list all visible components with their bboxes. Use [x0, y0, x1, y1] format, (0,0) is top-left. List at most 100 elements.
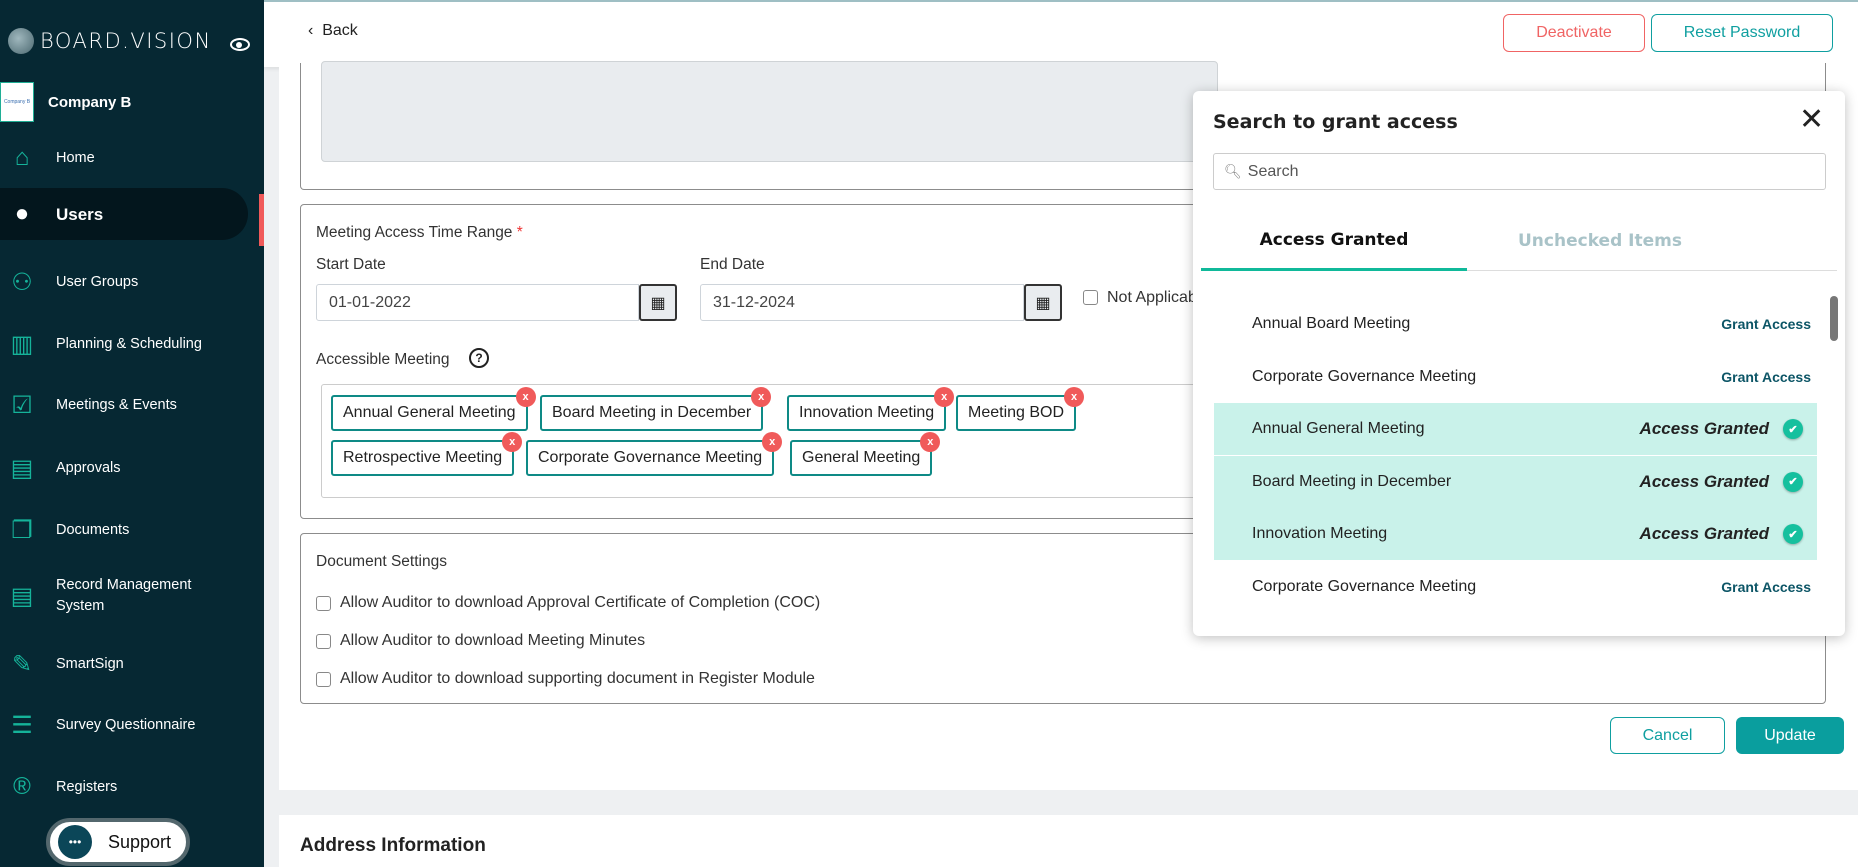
deactivate-button[interactable]: Deactivate — [1503, 14, 1645, 52]
access-list-item: Corporate Governance Meeting Grant Access — [1214, 561, 1817, 613]
bar-chart-icon: ▥ — [10, 330, 34, 358]
sidebar-item-home[interactable]: ⌂ Home — [0, 132, 248, 184]
company-name[interactable]: Company B — [48, 94, 131, 111]
sidebar-item-approvals[interactable]: ▤ Approvals — [0, 442, 248, 494]
remove-tag-icon[interactable]: x — [762, 432, 783, 452]
grant-access-button[interactable]: Grant Access — [1721, 579, 1811, 595]
sidebar-item-smartsign[interactable]: ✎ SmartSign — [0, 638, 248, 690]
check-circle-icon: ✔ — [1783, 524, 1803, 545]
check-circle-icon: ✔ — [1783, 471, 1803, 492]
meeting-tag: Innovation Meeting x — [787, 387, 955, 431]
support-button[interactable]: ••• Support — [46, 818, 190, 866]
home-icon: ⌂ — [14, 144, 30, 171]
remove-tag-icon[interactable]: x — [751, 387, 772, 407]
doc-option-label: Allow Auditor to download supporting doc… — [340, 670, 815, 687]
sidebar-item-label: Meetings & Events — [56, 396, 177, 413]
access-list-item: Corporate Governance Meeting Grant Access — [1214, 351, 1817, 403]
time-range-label: Meeting Access Time Range * — [316, 224, 523, 241]
active-indicator — [259, 194, 264, 246]
doc-option-checkbox[interactable] — [316, 671, 331, 687]
meeting-name: Annual General Meeting — [1252, 420, 1425, 438]
doc-option-checkbox[interactable] — [316, 633, 331, 649]
panel-title: Search to grant access — [1213, 111, 1458, 133]
meeting-name: Board Meeting in December — [1252, 472, 1452, 490]
remove-tag-icon[interactable]: x — [920, 432, 941, 452]
chat-icon: ••• — [58, 825, 92, 859]
sidebar-item-survey-questionnaire[interactable]: ☰ Survey Questionnaire — [0, 699, 248, 751]
update-button[interactable]: Update — [1736, 717, 1844, 754]
pen-signature-icon: ✎ — [11, 650, 33, 678]
tab-access-granted[interactable]: Access Granted — [1201, 211, 1467, 271]
meeting-tag: Board Meeting in December x — [540, 387, 772, 431]
tag-label: Board Meeting in December — [552, 404, 752, 421]
sidebar-item-label: User Groups — [56, 273, 139, 290]
not-applicable-label: Not Applicab — [1107, 289, 1197, 306]
sidebar-item-label: Users — [56, 204, 104, 224]
sidebar-item-label: Registers — [56, 778, 118, 795]
access-list-item: Annual Board Meeting Grant Access — [1214, 298, 1817, 350]
calendar-icon: ▦ — [1035, 294, 1051, 312]
logo-mark-icon — [8, 28, 34, 54]
remove-tag-icon[interactable]: x — [515, 387, 536, 407]
remove-tag-icon[interactable]: x — [934, 387, 955, 407]
survey-icon: ☰ — [11, 711, 33, 739]
meeting-tag: Corporate Governance Meeting x — [526, 432, 783, 476]
grant-access-button[interactable]: Grant Access — [1721, 369, 1811, 385]
company-logo: Company B — [0, 82, 34, 122]
eye-icon[interactable] — [230, 38, 250, 51]
support-label: Support — [108, 831, 172, 852]
chevron-left-icon: ‹ — [308, 22, 323, 39]
documents-icon: ❐ — [11, 516, 33, 544]
calendar-icon: ▦ — [650, 294, 666, 312]
reset-password-button[interactable]: Reset Password — [1651, 14, 1833, 52]
approval-doc-icon: ▤ — [10, 454, 34, 482]
close-icon[interactable]: ✕ — [1799, 105, 1824, 135]
sidebar-item-planning-scheduling[interactable]: ▥ Planning & Scheduling — [0, 318, 248, 370]
remove-tag-icon[interactable]: x — [1064, 387, 1085, 407]
calendar-check-icon: ☑ — [11, 391, 33, 419]
remove-tag-icon[interactable]: x — [502, 432, 523, 452]
doc-option[interactable]: Allow Auditor to download Approval Certi… — [316, 594, 820, 612]
doc-option-checkbox[interactable] — [316, 595, 331, 611]
doc-option[interactable]: Allow Auditor to download supporting doc… — [316, 670, 815, 688]
scrollbar[interactable] — [1830, 296, 1838, 341]
brand-name: BOARD.VISION — [40, 29, 212, 53]
access-list-item: Innovation Meeting Access Granted ✔ — [1214, 508, 1817, 561]
grant-access-button[interactable]: Grant Access — [1721, 316, 1811, 332]
tag-label: Meeting BOD — [968, 404, 1065, 421]
end-date-input[interactable]: 31-12-2024 — [700, 284, 1024, 321]
access-granted-status: Access Granted ✔ — [1640, 419, 1803, 440]
accessible-meeting-label: Accessible Meeting — [316, 351, 450, 368]
end-calendar-button[interactable]: ▦ — [1024, 284, 1062, 321]
access-list-item: Annual General Meeting Access Granted ✔ — [1214, 403, 1817, 456]
doc-option[interactable]: Allow Auditor to download Meeting Minute… — [316, 632, 645, 650]
start-calendar-button[interactable]: ▦ — [639, 284, 677, 321]
sidebar-item-label: Approvals — [56, 459, 121, 476]
back-label: Back — [322, 22, 358, 39]
search-placeholder: Search — [1247, 162, 1299, 180]
help-icon[interactable]: ? — [469, 348, 489, 368]
start-date-input[interactable]: 01-01-2022 — [316, 284, 639, 321]
access-granted-status: Access Granted ✔ — [1640, 471, 1803, 492]
brand-logo[interactable]: BOARD.VISION — [8, 28, 212, 54]
tag-label: General Meeting — [802, 449, 921, 466]
back-button[interactable]: ‹ Back — [308, 22, 358, 40]
search-input[interactable]: 🔍︎ Search — [1213, 153, 1826, 190]
sidebar-item-users[interactable]: ● Users — [0, 188, 248, 240]
not-applicable-checkbox[interactable] — [1083, 290, 1098, 305]
sidebar-item-meetings-events[interactable]: ☑ Meetings & Events — [0, 379, 248, 431]
sidebar-item-label: Survey Questionnaire — [56, 716, 196, 733]
sidebar-item-record-management-system[interactable]: ▤ Record Management System — [0, 570, 248, 622]
notes-textarea[interactable] — [321, 61, 1218, 162]
sidebar-item-registers[interactable]: ® Registers — [0, 761, 248, 813]
header: ‹ Back Deactivate Reset Password — [264, 0, 1858, 67]
meeting-tag: Retrospective Meeting x — [331, 432, 523, 476]
sidebar-item-user-groups[interactable]: ⚇ User Groups — [0, 256, 248, 308]
accessible-meeting-tags[interactable]: Annual General Meeting x Board Meeting in … — [321, 384, 1221, 498]
meeting-tag: Annual General Meeting x — [331, 387, 536, 431]
sidebar-item-label: Documents — [56, 521, 130, 538]
tab-unchecked-items[interactable]: Unchecked Items — [1467, 211, 1733, 271]
tag-label: Innovation Meeting — [799, 404, 935, 421]
cancel-button[interactable]: Cancel — [1610, 717, 1725, 754]
sidebar-item-documents[interactable]: ❐ Documents — [0, 504, 248, 556]
